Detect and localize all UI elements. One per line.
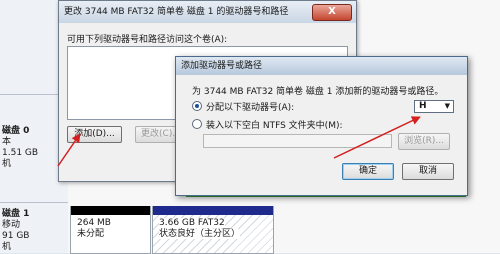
annotation-arrows bbox=[57, 116, 421, 167]
arrow-to-add-button bbox=[57, 133, 81, 167]
arrow-to-drive-select bbox=[333, 116, 421, 159]
